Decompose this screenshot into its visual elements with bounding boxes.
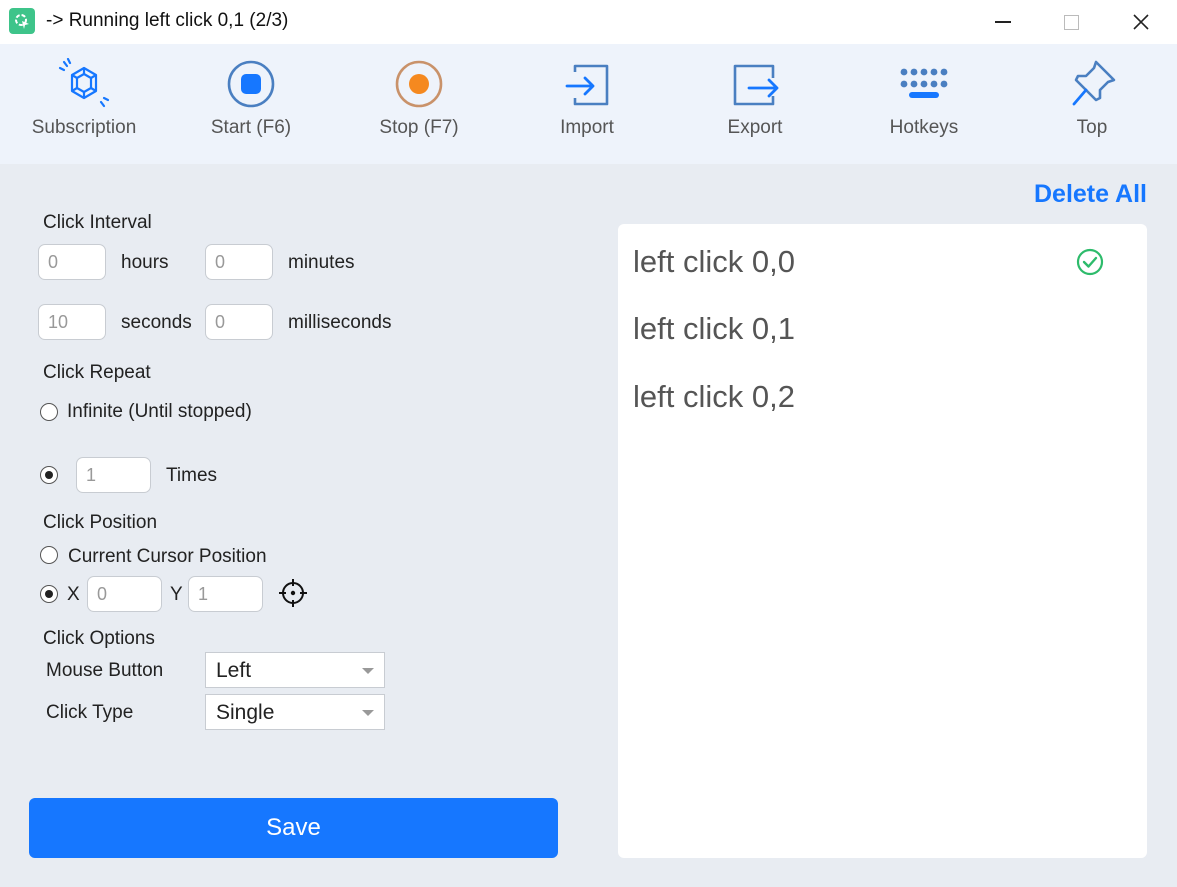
mouse-button-label: Mouse Button	[46, 660, 164, 681]
check-circle-icon	[1076, 248, 1104, 276]
hotkeys-label: Hotkeys	[889, 117, 959, 138]
click-type-value: Single	[216, 701, 275, 724]
minutes-input[interactable]	[205, 244, 273, 280]
maximize-icon	[1063, 14, 1079, 30]
hotkeys-button[interactable]: Hotkeys	[840, 44, 1008, 164]
close-button[interactable]	[1127, 8, 1155, 36]
close-icon	[1133, 14, 1149, 30]
click-options-heading: Click Options	[43, 628, 155, 649]
export-arrow-icon	[733, 64, 779, 106]
record-dot-icon	[395, 60, 443, 108]
click-type-label: Click Type	[46, 702, 134, 723]
infinite-label: Infinite (Until stopped)	[67, 401, 252, 422]
pin-icon	[1072, 60, 1116, 106]
start-label: Start (F6)	[210, 117, 292, 138]
list-item[interactable]: left click 0,0	[633, 244, 795, 280]
export-label: Export	[727, 117, 783, 138]
subscription-button[interactable]: Subscription	[0, 44, 168, 164]
import-button[interactable]: Import	[503, 44, 671, 164]
times-radio[interactable]	[40, 466, 58, 484]
click-interval-heading: Click Interval	[43, 212, 152, 233]
top-label: Top	[1076, 117, 1108, 138]
seconds-label: seconds	[121, 312, 192, 333]
action-list: left click 0,0 left click 0,1 left click…	[618, 224, 1147, 858]
infinite-radio[interactable]	[40, 403, 58, 421]
times-input[interactable]	[76, 457, 151, 493]
times-label: Times	[166, 465, 218, 486]
crosshair-icon[interactable]	[278, 578, 308, 608]
stop-button[interactable]: Stop (F7)	[335, 44, 503, 164]
list-item[interactable]: left click 0,1	[633, 311, 795, 347]
click-position-heading: Click Position	[43, 512, 158, 533]
keyboard-icon	[900, 68, 948, 98]
chevron-down-icon	[362, 710, 374, 716]
toolbar: Subscription Start (F6) Stop (F7) Import…	[0, 44, 1177, 164]
seconds-input[interactable]	[38, 304, 106, 340]
milliseconds-label: milliseconds	[288, 312, 392, 333]
x-label: X	[67, 584, 80, 605]
import-label: Import	[560, 117, 614, 138]
import-arrow-icon	[565, 64, 609, 106]
y-input[interactable]	[188, 576, 263, 612]
chevron-down-icon	[362, 668, 374, 674]
cursor-position-radio[interactable]	[40, 546, 58, 564]
hours-input[interactable]	[38, 244, 106, 280]
start-button[interactable]: Start (F6)	[167, 44, 335, 164]
mouse-button-value: Left	[216, 659, 252, 682]
mouse-button-select[interactable]: Left	[205, 652, 385, 688]
minimize-button[interactable]	[989, 8, 1017, 36]
stop-label: Stop (F7)	[379, 117, 459, 138]
diamond-gem-icon	[58, 58, 110, 108]
top-button[interactable]: Top	[1008, 44, 1176, 164]
minutes-label: minutes	[288, 252, 355, 273]
cursor-position-label: Current Cursor Position	[68, 546, 267, 567]
export-button[interactable]: Export	[671, 44, 839, 164]
milliseconds-input[interactable]	[205, 304, 273, 340]
hours-label: hours	[121, 252, 169, 273]
xy-position-radio[interactable]	[40, 585, 58, 603]
subscription-label: Subscription	[31, 117, 137, 138]
maximize-button[interactable]	[1057, 8, 1085, 36]
window-title: -> Running left click 0,1 (2/3)	[46, 10, 289, 31]
record-stop-icon	[227, 60, 275, 108]
click-type-select[interactable]: Single	[205, 694, 385, 730]
delete-all-button[interactable]: Delete All	[1034, 180, 1147, 209]
x-input[interactable]	[87, 576, 162, 612]
click-repeat-heading: Click Repeat	[43, 362, 151, 383]
save-button[interactable]: Save	[29, 798, 558, 858]
y-label: Y	[170, 584, 183, 605]
app-logo-icon	[9, 8, 35, 34]
list-item[interactable]: left click 0,2	[633, 379, 795, 415]
title-bar: -> Running left click 0,1 (2/3)	[0, 0, 1177, 44]
minimize-icon	[995, 21, 1011, 23]
